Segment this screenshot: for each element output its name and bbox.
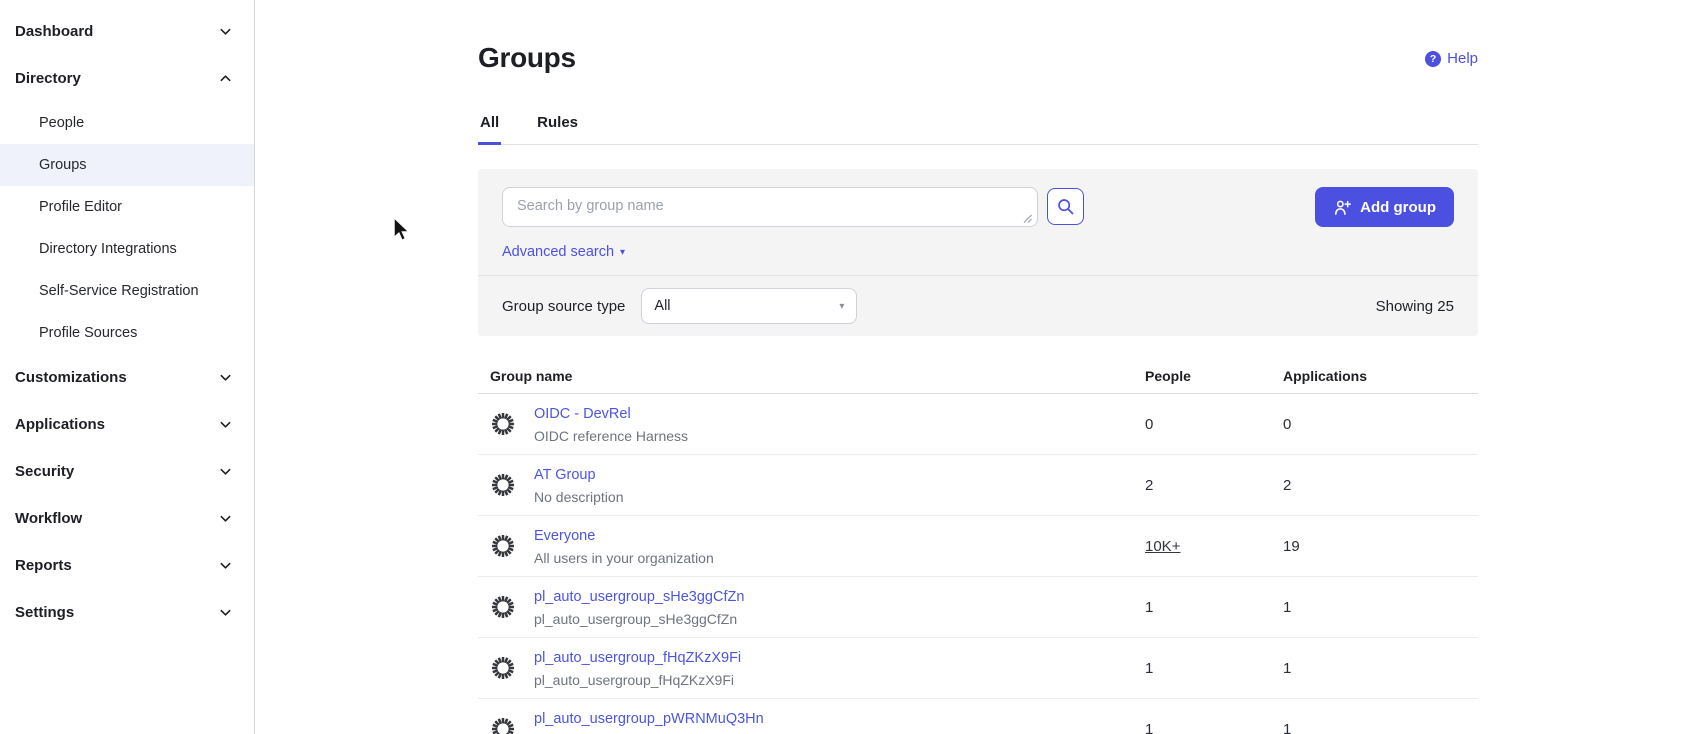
sidebar-item-workflow[interactable]: Workflow	[0, 495, 254, 542]
group-description: pl_auto_usergroup_sHe3ggCfZn	[534, 611, 744, 627]
column-header-group-name: Group name	[478, 368, 1145, 384]
group-name-link[interactable]: Everyone	[534, 528, 595, 544]
help-icon: ?	[1425, 51, 1441, 67]
sidebar-item-reports[interactable]: Reports	[0, 542, 254, 589]
chevron-down-icon	[219, 606, 232, 619]
people-count: 2	[1145, 477, 1153, 494]
sidebar-item-profile-editor[interactable]: Profile Editor	[0, 186, 254, 228]
chevron-down-icon	[219, 371, 232, 384]
advanced-search-label: Advanced search	[502, 244, 614, 260]
group-name-link[interactable]: pl_auto_usergroup_sHe3ggCfZn	[534, 589, 744, 605]
applications-count: 1	[1283, 721, 1291, 734]
sidebar-item-groups[interactable]: Groups	[0, 144, 254, 186]
table-header: Group name People Applications	[478, 358, 1478, 394]
applications-count: 19	[1283, 538, 1300, 555]
sidebar-item-dashboard[interactable]: Dashboard	[0, 8, 254, 55]
chevron-down-icon	[219, 512, 232, 525]
table-row: Everyone All users in your organization …	[478, 516, 1478, 577]
resize-grip[interactable]	[1022, 213, 1033, 224]
applications-count: 0	[1283, 416, 1291, 433]
add-group-button[interactable]: Add group	[1315, 187, 1454, 227]
sidebar-item-profile-sources[interactable]: Profile Sources	[0, 312, 254, 354]
group-sunburst-icon	[490, 655, 516, 681]
people-count: 1	[1145, 660, 1153, 677]
table-row: pl_auto_usergroup_fHqZKzX9Fi pl_auto_use…	[478, 638, 1478, 699]
page-title: Groups	[478, 42, 576, 74]
add-person-icon	[1333, 198, 1352, 217]
sidebar-item-label: Security	[15, 463, 74, 480]
search-icon	[1056, 197, 1075, 216]
select-value: All	[654, 298, 670, 314]
applications-count: 1	[1283, 660, 1291, 677]
chevron-down-icon	[219, 418, 232, 431]
people-count-link[interactable]: 10K+	[1145, 538, 1180, 555]
group-description: pl_auto_usergroup_fHqZKzX9Fi	[534, 672, 741, 688]
group-sunburst-icon	[490, 472, 516, 498]
tab-bar: All Rules	[478, 106, 1478, 145]
sidebar-item-label: Applications	[15, 416, 105, 433]
sidebar-item-self-service-registration[interactable]: Self-Service Registration	[0, 270, 254, 312]
applications-count: 1	[1283, 599, 1291, 616]
sidebar-item-people[interactable]: People	[0, 102, 254, 144]
caret-down-icon: ▾	[839, 301, 844, 312]
group-sunburst-icon	[490, 411, 516, 437]
sidebar-item-label: Workflow	[15, 510, 82, 527]
sidebar: Dashboard Directory People Groups Profil…	[0, 0, 255, 734]
table-row: OIDC - DevRel OIDC reference Harness 0 0	[478, 394, 1478, 455]
applications-count: 2	[1283, 477, 1291, 494]
table-body: OIDC - DevRel OIDC reference Harness 0 0…	[478, 394, 1478, 734]
search-button[interactable]	[1047, 188, 1084, 225]
group-name-link[interactable]: AT Group	[534, 467, 596, 483]
column-header-people: People	[1145, 368, 1283, 384]
sidebar-item-applications[interactable]: Applications	[0, 401, 254, 448]
table-row: AT Group No description 2 2	[478, 455, 1478, 516]
people-count: 1	[1145, 599, 1153, 616]
help-link[interactable]: ? Help	[1425, 50, 1478, 67]
group-source-type-label: Group source type	[502, 298, 625, 315]
sidebar-item-label: Customizations	[15, 369, 127, 386]
chevron-up-icon	[219, 72, 232, 85]
chevron-down-icon	[219, 465, 232, 478]
sidebar-item-label: Dashboard	[15, 23, 93, 40]
help-label: Help	[1447, 50, 1478, 67]
chevron-down-icon	[219, 25, 232, 38]
group-name-link[interactable]: OIDC - DevRel	[534, 406, 631, 422]
group-name-link[interactable]: pl_auto_usergroup_fHqZKzX9Fi	[534, 650, 741, 666]
table-row: pl_auto_usergroup_sHe3ggCfZn pl_auto_use…	[478, 577, 1478, 638]
group-name-link[interactable]: pl_auto_usergroup_pWRNMuQ3Hn	[534, 711, 764, 727]
group-sunburst-icon	[490, 716, 516, 734]
group-description: OIDC reference Harness	[534, 428, 688, 444]
add-group-label: Add group	[1360, 199, 1436, 216]
sidebar-item-directory-integrations[interactable]: Directory Integrations	[0, 228, 254, 270]
admin-console: Dashboard Directory People Groups Profil…	[0, 0, 1687, 734]
sidebar-item-customizations[interactable]: Customizations	[0, 354, 254, 401]
group-sunburst-icon	[490, 594, 516, 620]
groups-table: Group name People Applications OIDC - De…	[478, 358, 1478, 734]
group-sunburst-icon	[490, 533, 516, 559]
main-content: Groups ? Help All Rules	[255, 0, 1687, 734]
sidebar-item-label: Directory	[15, 70, 81, 87]
sidebar-item-label: Reports	[15, 557, 72, 574]
showing-count: Showing 25	[1376, 298, 1454, 315]
sidebar-item-security[interactable]: Security	[0, 448, 254, 495]
group-description: No description	[534, 489, 624, 505]
people-count: 0	[1145, 416, 1153, 433]
group-source-type-select[interactable]: All ▾	[641, 288, 857, 324]
advanced-search-link[interactable]: Advanced search ▾	[502, 244, 625, 260]
sidebar-item-settings[interactable]: Settings	[0, 589, 254, 636]
sidebar-item-label: Settings	[15, 604, 74, 621]
sidebar-item-directory[interactable]: Directory	[0, 55, 254, 102]
caret-down-icon: ▾	[620, 247, 625, 258]
column-header-applications: Applications	[1283, 368, 1478, 384]
filter-panel: Add group Advanced search ▾ Group source…	[478, 169, 1478, 336]
chevron-down-icon	[219, 559, 232, 572]
group-description: All users in your organization	[534, 550, 714, 566]
table-row: pl_auto_usergroup_pWRNMuQ3Hn pl_auto_use…	[478, 699, 1478, 734]
tab-all[interactable]: All	[478, 106, 501, 145]
tab-rules[interactable]: Rules	[535, 106, 580, 145]
search-input[interactable]	[502, 187, 1038, 227]
people-count: 1	[1145, 721, 1153, 734]
